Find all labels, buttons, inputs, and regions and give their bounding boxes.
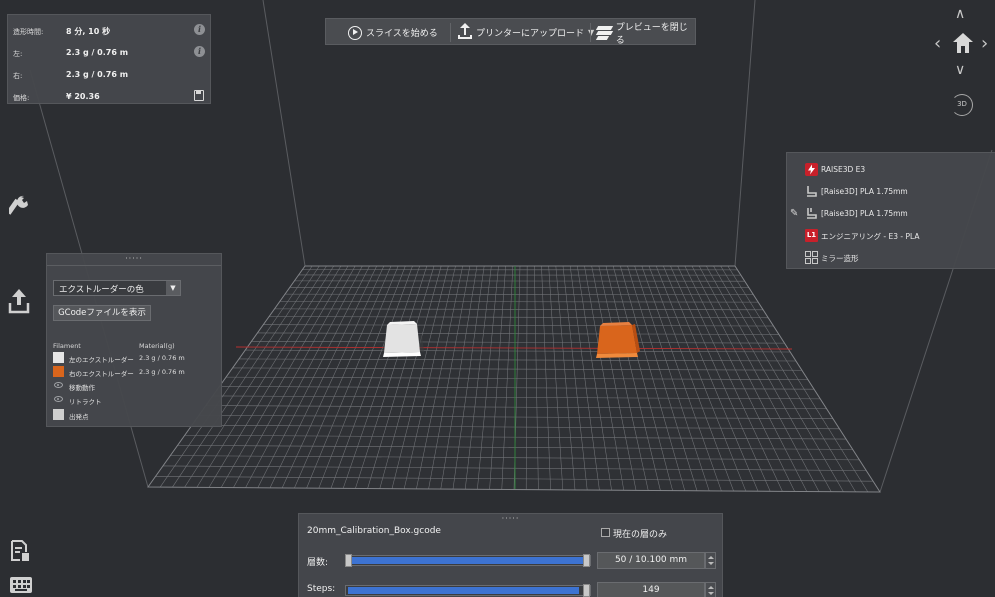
stat-left-value: 2.3 g / 0.76 m	[66, 48, 129, 57]
info-icon[interactable]: i	[194, 24, 205, 35]
keyboard-icon[interactable]	[10, 577, 32, 593]
stat-left-label: 左:	[13, 50, 23, 58]
show-gcode-button[interactable]: GCodeファイルを表示	[53, 305, 151, 321]
stat-row-price: 価格: ¥ 20.36	[8, 87, 212, 107]
material-left-name: [Raise3D] PLA 1.75mm	[821, 187, 908, 196]
color-swatch	[53, 366, 64, 377]
start-slice-label: スライスを始める	[366, 29, 438, 39]
stat-price-value: ¥ 20.36	[66, 92, 100, 101]
color-legend-panel: ····· エクストルーダーの色 ▼ GCodeファイルを表示 Filament…	[46, 253, 222, 427]
profile-name: エンジニアリング - E3 - PLA	[821, 232, 920, 241]
stat-print-time-value: 8 分, 10 秒	[66, 27, 111, 36]
camera-up-icon[interactable]: ∧	[955, 6, 965, 22]
layer-spin-buttons[interactable]	[705, 552, 716, 569]
layer-view-panel: ····· 20mm_Calibration_Box.gcode 現在の層のみ …	[298, 513, 723, 597]
legend-name: リトラクト	[69, 398, 102, 406]
upload-to-printer-label: プリンターにアップロード	[476, 29, 585, 39]
stat-right-value: 2.3 g / 0.76 m	[66, 70, 129, 79]
toolbar-divider	[450, 23, 451, 42]
color-swatch	[53, 352, 64, 363]
legend-name: 右のエクストルーダー	[69, 370, 134, 378]
printer-bolt-icon	[805, 163, 818, 176]
build-plate	[147, 265, 881, 493]
stat-print-time-label: 造形時間:	[13, 28, 44, 36]
legend-row-right-extruder: 右のエクストルーダー 2.3 g / 0.76 m	[53, 366, 218, 379]
print-mode-name: ミラー造形	[821, 254, 859, 263]
close-preview-button[interactable]: プレビューを閉じる	[595, 19, 695, 46]
preview-toolbar: スライスを始める プリンターにアップロード ▼ プレビューを閉じる	[325, 18, 696, 46]
profile-badge-icon: L1	[805, 229, 818, 242]
stat-price-label: 価格:	[13, 94, 30, 102]
legend-header-material: Material(g)	[139, 342, 175, 350]
current-layer-only-label: 現在の層のみ	[613, 530, 668, 540]
color-swatch	[53, 409, 64, 420]
chevron-down-icon[interactable]: ▼	[166, 281, 180, 295]
start-slice-button[interactable]: スライスを始める	[348, 19, 438, 46]
upload-icon	[458, 23, 472, 40]
stat-row-left: 左: 2.3 g / 0.76 m i	[8, 43, 212, 63]
play-circle-icon	[348, 25, 362, 40]
stat-row-right: 右: 2.3 g / 0.76 m	[8, 65, 212, 85]
extruder-right-icon	[807, 208, 817, 219]
material-right-name: [Raise3D] PLA 1.75mm	[821, 209, 908, 218]
gcode-filename: 20mm_Calibration_Box.gcode	[307, 526, 441, 536]
steps-value-field[interactable]: 149	[597, 582, 705, 597]
layer-value-field[interactable]: 50 / 10.100 mm	[597, 552, 705, 569]
eye-icon[interactable]	[54, 396, 63, 402]
layer-slider-max-handle[interactable]	[583, 554, 590, 567]
stat-row-print-time: 造形時間: 8 分, 10 秒 i	[8, 21, 212, 41]
legend-row-retract[interactable]: リトラクト	[53, 394, 218, 407]
camera-down-icon[interactable]: ∨	[955, 62, 965, 78]
panel-drag-handle[interactable]: ·····	[299, 514, 722, 526]
layer-slider-fill	[352, 557, 583, 564]
legend-name: 出発点	[69, 413, 89, 421]
close-preview-label: プレビューを閉じる	[615, 22, 688, 46]
layer-count-label: 層数:	[307, 558, 329, 568]
legend-name: 移動動作	[69, 384, 95, 392]
steps-label: Steps:	[307, 584, 336, 594]
layer-slider-min-handle[interactable]	[345, 554, 352, 567]
edit-pen-icon[interactable]: ✎	[790, 208, 798, 219]
eye-icon[interactable]	[54, 382, 63, 388]
legend-row-travel[interactable]: 移動動作	[53, 380, 218, 393]
layer-slider[interactable]	[345, 554, 591, 567]
layers-icon	[595, 26, 614, 40]
mirror-grid-icon	[805, 251, 818, 264]
stat-right-label: 右:	[13, 72, 23, 80]
panel-drag-handle[interactable]: ·····	[47, 254, 221, 266]
wrench-icon[interactable]	[9, 194, 31, 222]
printer-settings-panel: RAISE3D E3 [Raise3D] PLA 1.75mm ✎ [Raise…	[786, 152, 995, 269]
steps-slider[interactable]	[345, 584, 591, 597]
save-icon[interactable]	[194, 90, 204, 101]
document-list-icon[interactable]	[10, 540, 30, 562]
steps-slider-fill	[348, 587, 579, 594]
chevron-down-icon[interactable]: ▼	[588, 28, 594, 37]
legend-value: 2.3 g / 0.76 m	[139, 354, 185, 362]
legend-row-start-point: 出発点	[53, 409, 218, 422]
upload-icon[interactable]	[8, 288, 30, 314]
rotate-3d-icon[interactable]: 3D	[951, 94, 973, 116]
current-layer-only-checkbox[interactable]	[601, 528, 610, 537]
home-icon[interactable]	[952, 33, 974, 55]
extruder-left-icon	[807, 186, 817, 197]
legend-value: 2.3 g / 0.76 m	[139, 368, 185, 376]
print-stats-panel: 造形時間: 8 分, 10 秒 i 左: 2.3 g / 0.76 m i 右:…	[7, 14, 211, 104]
upload-to-printer-button[interactable]: プリンターにアップロード ▼	[458, 19, 594, 46]
steps-slider-handle[interactable]	[583, 584, 590, 597]
steps-spin-buttons[interactable]	[705, 582, 716, 597]
printer-name: RAISE3D E3	[821, 165, 866, 174]
color-scheme-select[interactable]: エクストルーダーの色	[53, 280, 181, 296]
camera-left-icon[interactable]: ‹	[934, 33, 941, 54]
camera-right-icon[interactable]: ›	[981, 33, 988, 54]
model-right-cube[interactable]	[596, 322, 640, 358]
legend-name: 左のエクストルーダー	[69, 356, 134, 364]
legend-header-filament: Filament	[53, 342, 81, 350]
legend-row-left-extruder: 左のエクストルーダー 2.3 g / 0.76 m	[53, 352, 218, 365]
toolbar-divider	[590, 23, 591, 42]
info-icon[interactable]: i	[194, 46, 205, 57]
